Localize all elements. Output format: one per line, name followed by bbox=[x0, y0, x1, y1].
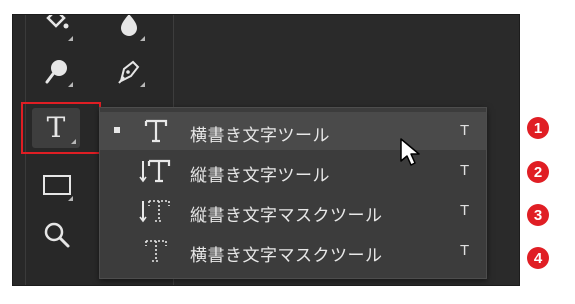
menu-item-label: 横書き文字ツール bbox=[190, 126, 330, 146]
menu-item-vertical-type-mask[interactable]: 縦書き文字マスクツール T bbox=[100, 192, 486, 230]
paint-bucket-tool[interactable] bbox=[37, 15, 77, 45]
vertical-type-icon bbox=[136, 157, 176, 185]
flyout-indicator bbox=[140, 36, 145, 41]
zoom-tool[interactable] bbox=[37, 215, 77, 255]
menu-item-shortcut: T bbox=[460, 202, 470, 219]
pen-icon bbox=[115, 57, 143, 85]
paint-bucket-icon bbox=[42, 15, 72, 38]
rectangle-tool[interactable] bbox=[37, 165, 77, 205]
horizontal-type-icon bbox=[136, 117, 176, 145]
selected-indicator bbox=[114, 127, 120, 133]
dodge-icon bbox=[43, 57, 71, 85]
zoom-icon bbox=[43, 221, 71, 249]
annotation-badge-3: 3 bbox=[527, 204, 549, 226]
blur-tool[interactable] bbox=[109, 15, 149, 45]
menu-item-horizontal-type-mask[interactable]: 横書き文字マスクツール T bbox=[100, 232, 486, 270]
type-tool-flyout-menu: 横書き文字ツール T 縦書き文字ツール T 縦書き文字マスクツール T 横書き文… bbox=[99, 107, 487, 279]
menu-item-shortcut: T bbox=[460, 242, 470, 259]
menu-item-label: 横書き文字マスクツール bbox=[190, 246, 383, 266]
menu-item-shortcut: T bbox=[460, 162, 470, 179]
dodge-tool[interactable] bbox=[37, 51, 77, 91]
horizontal-type-mask-icon bbox=[136, 237, 176, 265]
blur-icon bbox=[116, 15, 142, 38]
rectangle-icon bbox=[42, 173, 72, 197]
menu-item-label: 縦書き文字ツール bbox=[190, 166, 330, 186]
photoshop-toolbar-window: T 横書き文字ツール T 縦書き文字ツール T 縦書き文字マスクツール T 横書… bbox=[12, 14, 520, 286]
annotation-badge-2: 2 bbox=[527, 161, 549, 183]
flyout-indicator bbox=[68, 196, 73, 201]
type-tool-highlight bbox=[21, 102, 101, 154]
flyout-indicator bbox=[140, 82, 145, 87]
flyout-indicator bbox=[68, 82, 73, 87]
menu-item-vertical-type[interactable]: 縦書き文字ツール T bbox=[100, 152, 486, 190]
annotation-badge-4: 4 bbox=[527, 247, 549, 269]
menu-item-label: 縦書き文字マスクツール bbox=[190, 206, 383, 226]
menu-item-horizontal-type[interactable]: 横書き文字ツール T bbox=[100, 112, 486, 150]
pen-tool[interactable] bbox=[109, 51, 149, 91]
vertical-type-mask-icon bbox=[136, 197, 176, 225]
annotation-badge-1: 1 bbox=[527, 117, 549, 139]
menu-item-shortcut: T bbox=[460, 122, 470, 139]
flyout-indicator bbox=[68, 36, 73, 41]
mouse-cursor-icon bbox=[399, 137, 423, 173]
